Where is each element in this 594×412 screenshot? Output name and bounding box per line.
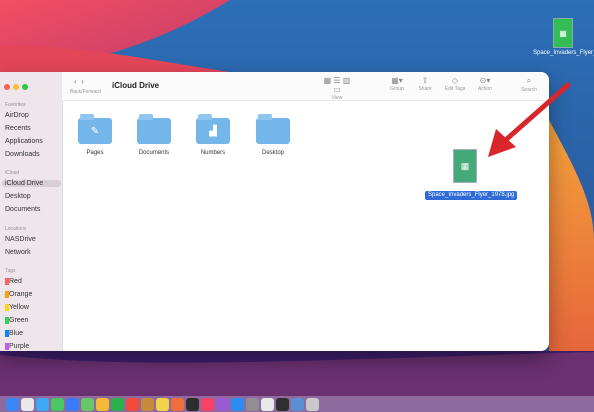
folder-label: Documents: [138, 150, 170, 156]
sidebar: Favorites AirDrop Recents Applications D…: [0, 72, 63, 351]
folder-label: Pages: [86, 150, 104, 156]
finder-window: Favorites AirDrop Recents Applications D…: [0, 72, 549, 351]
folder-label: Desktop: [261, 150, 284, 156]
tag-icon: ◇: [451, 76, 459, 85]
photos-dock-icon[interactable]: [96, 397, 109, 411]
close-button[interactable]: [4, 84, 10, 90]
calendar-dock-icon[interactable]: [126, 397, 139, 411]
nav-label: Back/Forward: [70, 89, 101, 95]
terminal-dock-icon[interactable]: [276, 397, 289, 411]
share-button[interactable]: ⇧ Share: [408, 76, 442, 92]
edit-tags-label: Edit Tags: [444, 86, 466, 92]
finder-dock-icon[interactable]: [6, 397, 19, 411]
view-button[interactable]: ▦ ☰ ▥ ▭ View: [320, 76, 354, 101]
safari-dock-icon[interactable]: [36, 397, 49, 411]
desktop-file[interactable]: ▦ Space_Invaders_Flyer_1978.jpg: [533, 18, 594, 57]
image-file-icon: ▦: [453, 149, 477, 183]
folder-icon: [256, 114, 290, 144]
sidebar-item-documents[interactable]: Documents: [5, 206, 40, 213]
folder-pages[interactable]: ✎ Pages: [75, 114, 115, 156]
minimize-button[interactable]: [13, 84, 19, 90]
dragged-file-name: Space_Invaders_Flyer_1978.jpg: [425, 191, 518, 200]
sidebar-tag-blue[interactable]: Blue: [5, 330, 23, 337]
maps-dock-icon[interactable]: [81, 397, 94, 411]
folder-label: Numbers: [200, 150, 226, 156]
podcasts-dock-icon[interactable]: [216, 397, 229, 411]
music-dock-icon[interactable]: [201, 397, 214, 411]
back-icon[interactable]: ‹: [74, 77, 77, 86]
sidebar-tag-green[interactable]: Green: [5, 317, 28, 324]
messages-dock-icon[interactable]: [51, 397, 64, 411]
locations-header: Locations: [5, 226, 27, 232]
share-icon: ⇧: [421, 76, 429, 85]
dock: [0, 396, 594, 412]
folder-documents[interactable]: Documents: [134, 114, 174, 156]
sidebar-item-network[interactable]: Network: [5, 249, 31, 256]
window-title: iCloud Drive: [112, 81, 160, 90]
desktop-file-name: Space_Invaders_Flyer_1978.jpg: [533, 50, 594, 56]
sidebar-item-downloads[interactable]: Downloads: [5, 151, 40, 158]
folder-numbers[interactable]: ▟ Numbers: [193, 114, 233, 156]
tags-header: Tags: [5, 268, 16, 274]
share-label: Share: [418, 86, 432, 92]
facetime-dock-icon[interactable]: [111, 397, 124, 411]
sidebar-tag-orange[interactable]: Orange: [5, 291, 32, 298]
numbers-folder-icon: ▟: [196, 114, 230, 144]
pages-folder-icon: ✎: [78, 114, 112, 144]
edit-tags-button[interactable]: ◇ Edit Tags: [438, 76, 472, 92]
sidebar-tag-red[interactable]: Red: [5, 278, 22, 285]
sidebar-item-recents[interactable]: Recents: [5, 125, 31, 132]
notes-dock-icon[interactable]: [156, 397, 169, 411]
trash-dock-icon[interactable]: [306, 397, 319, 411]
view-label: View: [331, 95, 343, 101]
sidebar-tag-yellow[interactable]: Yellow: [5, 304, 29, 311]
preview-dock-icon[interactable]: [291, 397, 304, 411]
folder-icon: [137, 114, 171, 144]
view-icon: ▦ ☰ ▥ ▭: [323, 76, 351, 94]
forward-icon[interactable]: ›: [81, 77, 84, 86]
red-arrow-annotation: [488, 82, 571, 157]
settings-dock-icon[interactable]: [246, 397, 259, 411]
app-store-dock-icon[interactable]: [231, 397, 244, 411]
contacts-dock-icon[interactable]: [141, 397, 154, 411]
favorites-header: Favorites: [5, 102, 26, 108]
folder-desktop[interactable]: Desktop: [253, 114, 293, 156]
sidebar-item-desktop[interactable]: Desktop: [5, 193, 31, 200]
sidebar-item-icloud-drive[interactable]: iCloud Drive: [2, 180, 61, 187]
tv-dock-icon[interactable]: [186, 397, 199, 411]
icloud-header: iCloud: [5, 170, 20, 176]
back-forward-control[interactable]: ‹ › Back/Forward: [70, 77, 101, 95]
sidebar-tag-purple[interactable]: Purple: [5, 343, 29, 350]
sidebar-item-airdrop[interactable]: AirDrop: [5, 112, 29, 119]
window-controls: [4, 84, 28, 90]
sidebar-item-nasdrive[interactable]: NASDrive: [5, 236, 36, 243]
launchpad-dock-icon[interactable]: [21, 397, 34, 411]
zoom-button[interactable]: [22, 84, 28, 90]
sidebar-item-applications[interactable]: Applications: [5, 138, 43, 145]
numbers-dock-icon[interactable]: [261, 397, 274, 411]
mail-dock-icon[interactable]: [66, 397, 79, 411]
image-file-icon: ▦: [553, 18, 573, 48]
toolbar: ‹ › Back/Forward iCloud Drive ▦ ☰ ▥ ▭ Vi…: [62, 72, 549, 101]
reminders-dock-icon[interactable]: [171, 397, 184, 411]
